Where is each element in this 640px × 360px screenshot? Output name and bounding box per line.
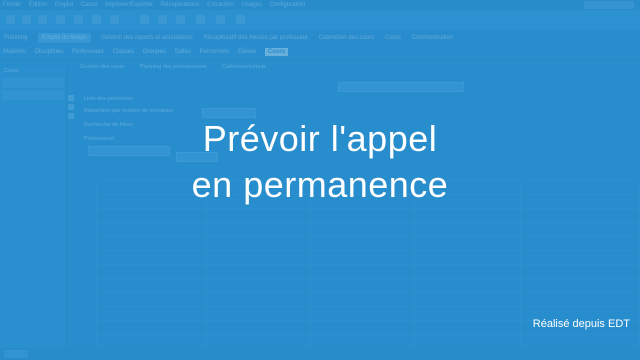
credit-label: Réalisé depuis EDT <box>532 318 630 330</box>
video-title-line-2: en permanence <box>191 164 449 205</box>
video-title: Prévoir l'appel en permanence <box>0 116 640 208</box>
title-overlay: Prévoir l'appel en permanence Réalisé de… <box>0 0 640 360</box>
video-title-line-1: Prévoir l'appel <box>202 118 438 159</box>
